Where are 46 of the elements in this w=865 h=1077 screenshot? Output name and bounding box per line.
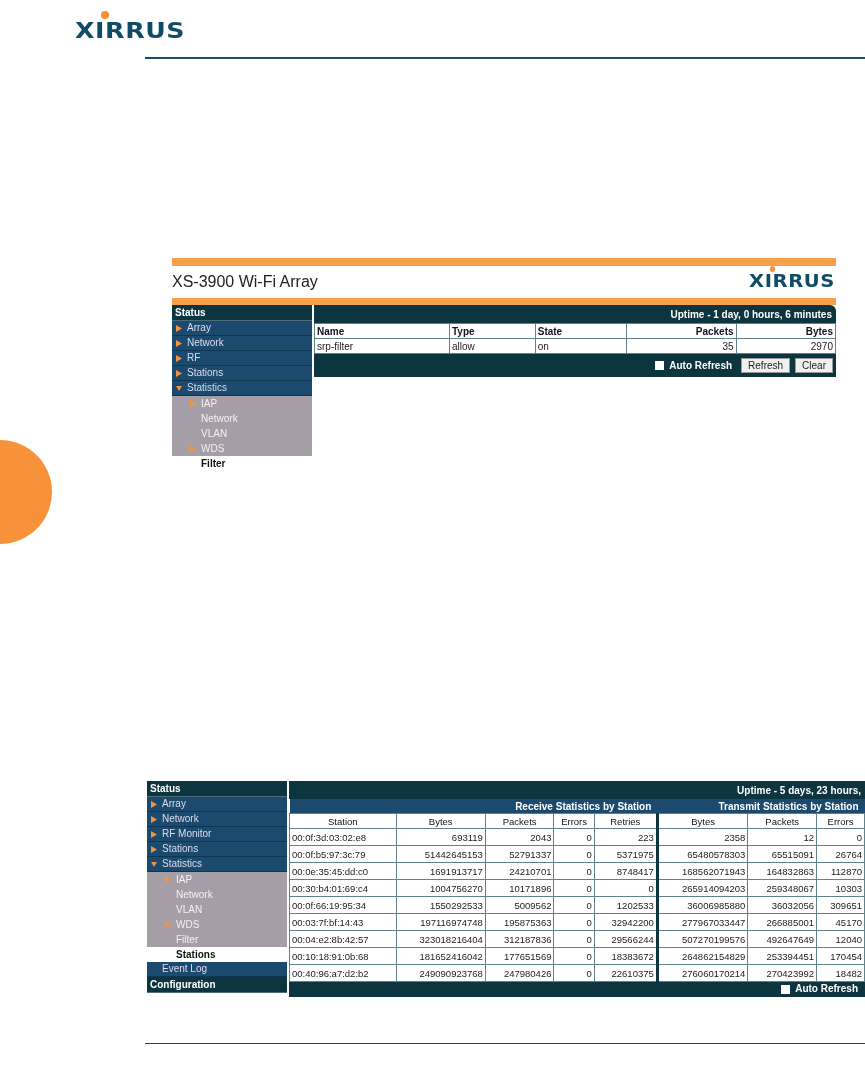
column-header: Bytes <box>657 813 748 829</box>
checkbox-label: Auto Refresh <box>669 360 733 371</box>
column-header: Packets <box>626 323 737 339</box>
nav-section-header[interactable]: Status <box>172 305 312 321</box>
arrow-icon <box>190 445 196 452</box>
column-header: Station <box>289 813 397 829</box>
nav-section-header[interactable]: Configuration <box>147 977 287 993</box>
column-header: Packets <box>747 813 817 829</box>
arrow-icon <box>190 400 196 407</box>
nav-item[interactable]: Network <box>172 336 312 351</box>
column-header: Bytes <box>736 323 836 339</box>
nav-item[interactable]: RF <box>172 351 312 366</box>
nav-item[interactable]: Network <box>147 812 287 827</box>
column-header: Errors <box>816 813 865 829</box>
column-header: Bytes <box>396 813 486 829</box>
column-header: Packets <box>485 813 554 829</box>
nav-section-header[interactable]: Status <box>147 781 287 797</box>
nav-item[interactable]: Array <box>147 797 287 812</box>
nav-item[interactable]: Array <box>172 321 312 336</box>
uptime-text: Uptime - 5 days, 23 hours, <box>737 784 861 796</box>
arrow-icon <box>165 921 171 928</box>
column-header: State <box>535 323 627 339</box>
nav-item[interactable]: RF Monitor <box>147 827 287 842</box>
logo-dot-icon <box>101 11 109 19</box>
nav-item[interactable]: Statistics <box>172 381 312 396</box>
column-header: Type <box>449 323 536 339</box>
column-header: Errors <box>553 813 595 829</box>
logo-dot-icon <box>769 266 776 272</box>
nav-item[interactable]: Stations <box>147 842 287 857</box>
uptime-text: Uptime - 1 day, 0 hours, 6 minutes <box>670 308 832 320</box>
app-title: XS-3900 Wi-Fi Array <box>172 273 318 291</box>
nav-item[interactable]: Stations <box>172 366 312 381</box>
group-header: Receive Statistics by Station <box>396 799 658 814</box>
auto-refresh-checkbox[interactable] <box>781 985 791 994</box>
logo: XIRRUS <box>749 273 836 290</box>
column-header: Name <box>314 323 450 339</box>
column-header: Retries <box>594 813 658 829</box>
clear-button[interactable]: Clear <box>795 358 833 373</box>
group-header: Transmit Statistics by Station <box>657 799 865 814</box>
nav-item[interactable]: Event Log <box>147 962 287 977</box>
arrow-icon <box>165 876 171 883</box>
refresh-button[interactable]: Refresh <box>741 358 791 373</box>
nav-item[interactable]: Statistics <box>147 857 287 872</box>
checkbox-label: Auto Refresh <box>795 983 858 994</box>
auto-refresh-checkbox[interactable] <box>655 361 665 370</box>
logo: XIRRUS <box>75 20 186 42</box>
